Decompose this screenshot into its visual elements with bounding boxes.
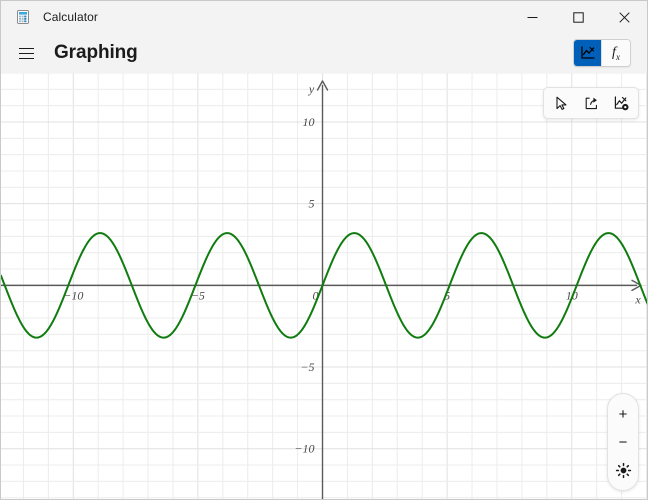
- window-controls: [509, 1, 647, 33]
- graph-settings-tool-button[interactable]: [606, 89, 636, 117]
- graph-plot: −10 −5 0 5 10−10−5510yx: [1, 73, 647, 499]
- zoom-in-button[interactable]: +: [609, 400, 637, 428]
- zoom-out-button[interactable]: −: [609, 428, 637, 456]
- page-title: Graphing: [54, 42, 138, 63]
- minimize-icon: [527, 16, 537, 18]
- svg-text:5: 5: [309, 197, 315, 211]
- graph-settings-icon: [614, 95, 628, 110]
- graph-canvas[interactable]: −10 −5 0 5 10 −10 −5 5 10 y x + −: [1, 73, 647, 499]
- calculator-icon: [17, 10, 29, 24]
- maximize-icon: [572, 11, 584, 23]
- svg-text:x: x: [634, 292, 641, 306]
- minimize-button[interactable]: [509, 1, 555, 33]
- svg-text:−5: −5: [300, 360, 314, 374]
- zoom-controls: + −: [607, 393, 639, 491]
- command-bar: Graphing fx: [1, 33, 647, 73]
- svg-text:10: 10: [303, 115, 315, 129]
- svg-text:−10: −10: [294, 442, 314, 456]
- reset-view-button[interactable]: [609, 456, 637, 484]
- cursor-arrow-icon: [555, 96, 567, 110]
- hamburger-menu-icon[interactable]: [8, 38, 44, 68]
- reset-view-icon: [615, 462, 631, 478]
- tab-graph-mode[interactable]: [574, 40, 602, 66]
- title-bar: Calculator: [1, 1, 647, 33]
- share-tool-button[interactable]: [576, 89, 606, 117]
- function-mode-label: fx: [612, 44, 620, 62]
- window-title: Calculator: [43, 10, 99, 24]
- graph-toolbar: [543, 87, 639, 119]
- svg-text:y: y: [308, 82, 315, 96]
- pointer-tool-button[interactable]: [546, 89, 576, 117]
- mode-toggle-group: fx: [573, 39, 631, 67]
- close-icon: [618, 11, 630, 23]
- calculator-window: Calculator Graphing fx −10 −5 0 5 10 −10…: [0, 0, 648, 500]
- tab-function-mode[interactable]: fx: [602, 40, 630, 66]
- grid-lines: [1, 73, 647, 499]
- share-icon: [585, 97, 597, 109]
- graph-mode-icon: [580, 46, 595, 59]
- maximize-button[interactable]: [555, 1, 601, 33]
- close-button[interactable]: [601, 1, 647, 33]
